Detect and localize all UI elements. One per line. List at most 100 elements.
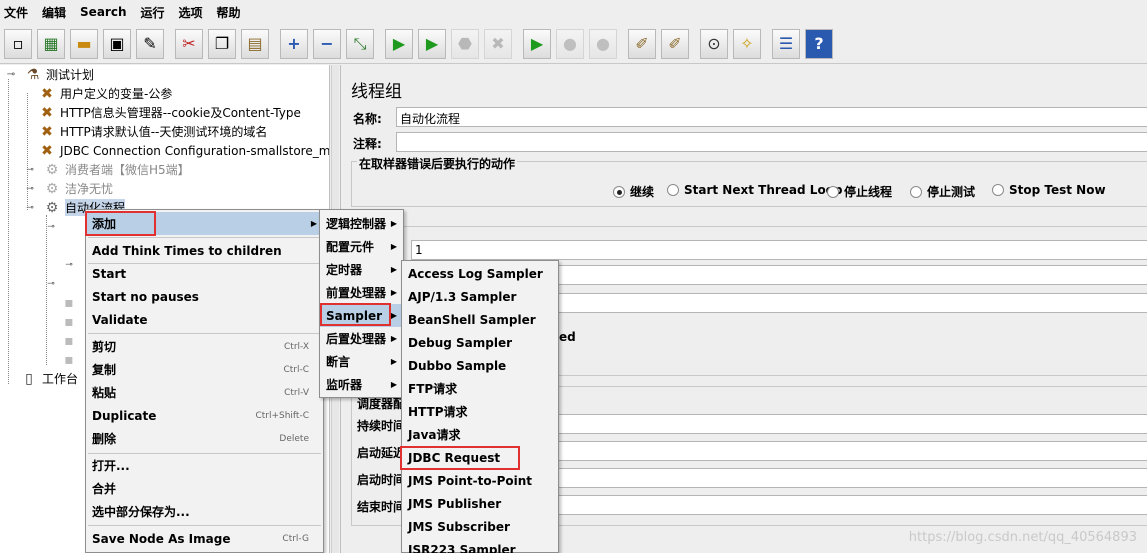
sampler-debug[interactable]: Debug Sampler [402, 331, 558, 354]
menu-item-merge[interactable]: 合并 [86, 477, 323, 500]
sampler-access-log[interactable]: Access Log Sampler [402, 262, 558, 285]
sampler-jms-publisher[interactable]: JMS Publisher [402, 492, 558, 515]
menu-item-cut[interactable]: 剪切 Ctrl-X [86, 335, 323, 358]
menu-item-paste[interactable]: 粘贴 Ctrl-V [86, 381, 323, 404]
sampler-java[interactable]: Java请求 [402, 423, 558, 446]
node-handle-icon[interactable]: ⊸ [21, 161, 39, 179]
sampler-jsr223[interactable]: JSR223 Sampler [402, 538, 558, 553]
radio-continue[interactable]: 继续 [613, 183, 654, 200]
menu-run[interactable]: 运行 [140, 4, 164, 21]
menu-item-open[interactable]: 打开... [86, 454, 323, 477]
node-handle-icon[interactable]: ⊸ [21, 180, 39, 198]
sampler-ftp[interactable]: FTP请求 [402, 377, 558, 400]
submenu-post-processor[interactable]: 后置处理器 ▶ [320, 327, 403, 350]
tree-node-header-manager[interactable]: ✖ HTTP信息头管理器--cookie及Content-Type [38, 103, 301, 122]
collapse-all-button[interactable]: − [313, 28, 341, 59]
submenu-config-element[interactable]: 配置元件 ▶ [320, 235, 403, 258]
cut-button[interactable]: ✂ [175, 28, 203, 59]
submenu-sampler[interactable]: Sampler ▶ [320, 304, 403, 327]
tree-node-workbench[interactable]: ▯ 工作台 [20, 369, 78, 388]
submenu-listener[interactable]: 监听器 ▶ [320, 373, 403, 396]
error-action-label: 在取样器错误后要执行的动作 [357, 155, 518, 172]
menu-search[interactable]: Search [80, 5, 126, 19]
submenu-pre-processor[interactable]: 前置处理器 ▶ [320, 281, 403, 304]
radio-stop-test-now[interactable]: Stop Test Now [992, 183, 1106, 197]
menu-help[interactable]: 帮助 [217, 4, 241, 21]
clear-button[interactable]: ✐ [628, 28, 656, 59]
tree-node-child[interactable]: ▪ [60, 350, 82, 369]
node-handle-icon[interactable]: ⊸ [60, 256, 78, 274]
menu-item-add-think-times[interactable]: Add Think Times to children [86, 239, 323, 262]
tree-node-child[interactable]: ▪ [60, 312, 82, 331]
remote-shutdown-icon: ● [596, 33, 610, 53]
name-field[interactable]: 自动化流程 [396, 107, 1147, 127]
node-handle-icon[interactable]: ⊸ [21, 199, 39, 217]
node-handle-icon[interactable]: ⊸ [42, 218, 60, 236]
new-button[interactable]: ▫ [4, 28, 32, 59]
menu-item-start-no-pauses[interactable]: Start no pauses [86, 285, 323, 308]
remote-stop-button[interactable]: ● [556, 28, 584, 59]
menu-item-start[interactable]: Start [86, 262, 323, 285]
gear-icon: ⚙ [45, 180, 59, 197]
radio-stop-test[interactable]: 停止测试 [910, 183, 975, 200]
remote-shutdown-button[interactable]: ● [589, 28, 617, 59]
tree-node-child[interactable]: ▪ [60, 331, 82, 350]
node-handle-icon[interactable]: ⊸ [42, 275, 60, 293]
stop-button[interactable]: ⬣ [451, 28, 479, 59]
radio-stop-thread[interactable]: 停止线程 [827, 183, 892, 200]
shutdown-button[interactable]: ✖ [484, 28, 512, 59]
expand-all-button[interactable]: + [280, 28, 308, 59]
menu-file[interactable]: 文件 [4, 4, 28, 21]
tree-node-child[interactable]: ⊸ [42, 217, 64, 236]
submenu-logic-controller[interactable]: 逻辑控制器 ▶ [320, 212, 403, 235]
save-button[interactable]: ▣ [103, 28, 131, 59]
paste-button[interactable]: ▤ [241, 28, 269, 59]
menu-item-copy[interactable]: 复制 Ctrl-C [86, 358, 323, 381]
node-handle-icon[interactable]: ⊸ [2, 66, 20, 84]
menu-item-add[interactable]: 添加 ▶ [86, 212, 323, 235]
menu-item-save-selection[interactable]: 选中部分保存为... [86, 500, 323, 523]
tree-node-http-defaults[interactable]: ✖ HTTP请求默认值--天使测试环境的域名 [38, 122, 267, 141]
radio-icon [827, 185, 839, 198]
remote-start-button[interactable]: ▶ [523, 28, 551, 59]
start-no-pauses-button[interactable]: ▶ [418, 28, 446, 59]
tree-node-child[interactable]: ⊸ [42, 274, 64, 293]
menu-item-duplicate[interactable]: Duplicate Ctrl+Shift-C [86, 404, 323, 427]
copy-button[interactable]: ❐ [208, 28, 236, 59]
submenu-arrow-icon: ▶ [390, 265, 397, 274]
sampler-jms-point-to-point[interactable]: JMS Point-to-Point [402, 469, 558, 492]
menu-item-validate[interactable]: Validate [86, 308, 323, 331]
menu-edit[interactable]: 编辑 [42, 4, 66, 21]
function-helper-button[interactable]: ☰ [772, 28, 800, 59]
open-button[interactable]: ▬ [70, 28, 98, 59]
sampler-ajp[interactable]: AJP/1.3 Sampler [402, 285, 558, 308]
sampler-http[interactable]: HTTP请求 [402, 400, 558, 423]
start-button[interactable]: ▶ [385, 28, 413, 59]
comment-field[interactable] [396, 132, 1147, 152]
sampler-dubbo[interactable]: Dubbo Sample [402, 354, 558, 377]
clear-all-button[interactable]: ✐ [661, 28, 689, 59]
save-as-button[interactable]: ✎ [136, 28, 164, 59]
sampler-jdbc-request[interactable]: JDBC Request [402, 446, 558, 469]
menu-options[interactable]: 选项 [179, 4, 203, 21]
sampler-beanshell[interactable]: BeanShell Sampler [402, 308, 558, 331]
tree-node-consumer-h5[interactable]: ⊸ ⚙ 消费者端【微信H5端】 [21, 160, 189, 179]
help-button[interactable]: ? [805, 28, 833, 59]
threads-field[interactable]: 1 [411, 240, 1147, 260]
tree-node-child[interactable]: ⊸ [60, 255, 82, 274]
templates-button[interactable]: ▦ [37, 28, 65, 59]
search-button[interactable]: ⊙ [700, 28, 728, 59]
menu-item-save-node-image[interactable]: Save Node As Image Ctrl-G [86, 527, 323, 550]
menu-item-delete[interactable]: 删除 Delete [86, 427, 323, 450]
tree-node-child[interactable]: ▪ [60, 293, 82, 312]
tree-node-test-plan[interactable]: ⊸ ⚗ 测试计划 [2, 65, 94, 84]
radio-start-next-loop[interactable]: Start Next Thread Loop [667, 183, 843, 197]
tree-node-jiejing[interactable]: ⊸ ⚙ 洁净无忧 [21, 179, 113, 198]
sampler-jms-subscriber[interactable]: JMS Subscriber [402, 515, 558, 538]
toggle-button[interactable]: ⤡ [346, 28, 374, 59]
tree-node-user-variables[interactable]: ✖ 用户定义的变量-公参 [38, 84, 172, 103]
tree-node-jdbc-config[interactable]: ✖ JDBC Connection Configuration-smallsto… [38, 141, 329, 160]
reset-search-button[interactable]: ✧ [733, 28, 761, 59]
submenu-assertion[interactable]: 断言 ▶ [320, 350, 403, 373]
submenu-timer[interactable]: 定时器 ▶ [320, 258, 403, 281]
